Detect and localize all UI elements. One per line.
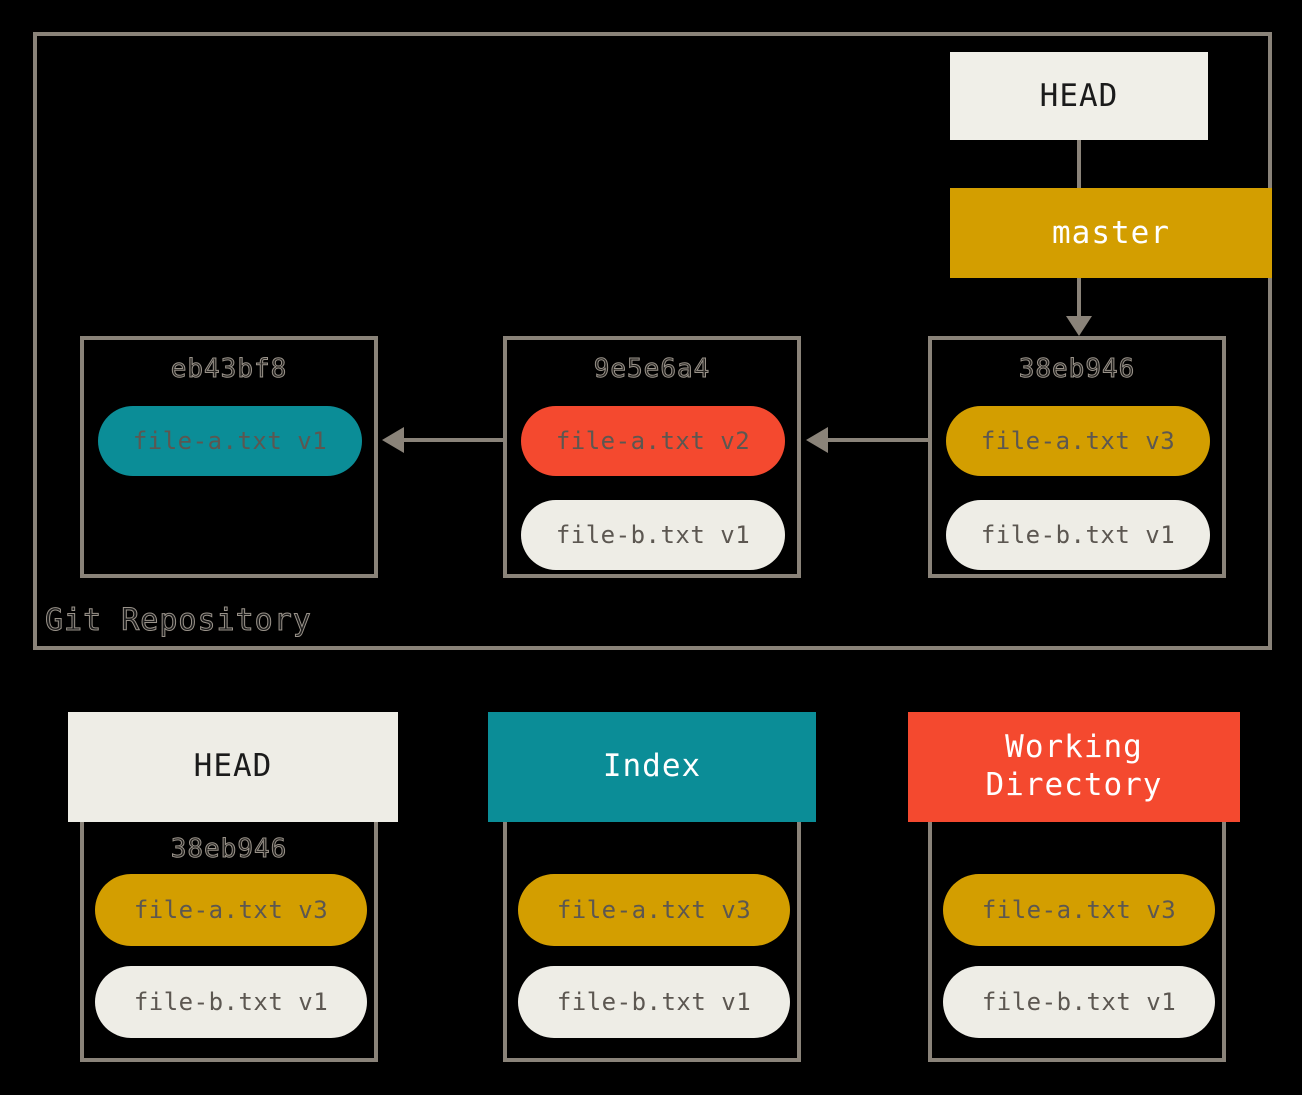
commit-file-label: file-b.txt v1 — [980, 521, 1176, 549]
commit-parent-line — [404, 438, 503, 442]
head-pointer-label: HEAD — [1039, 78, 1119, 114]
panel-body-working-directory: file-a.txt v3 file-b.txt v1 — [928, 822, 1226, 1062]
panel-header-working-directory: Working Directory — [908, 712, 1240, 822]
commit-hash: 38eb946 — [1018, 354, 1136, 385]
commit-file-label: file-a.txt v1 — [132, 427, 328, 455]
panel-header-index: Index — [488, 712, 816, 822]
head-to-master-connector — [1077, 140, 1081, 188]
panel-file-label: file-a.txt v3 — [133, 896, 329, 924]
master-branch-label: master — [1052, 215, 1170, 251]
commit-parent-arrowhead — [806, 427, 828, 453]
commit-parent-arrowhead — [382, 427, 404, 453]
panel-body-index: file-a.txt v3 file-b.txt v1 — [503, 822, 801, 1062]
panel-title-line1: Working — [1005, 729, 1143, 766]
commit-parent-line — [828, 438, 928, 442]
commit-file-blob: file-b.txt v1 — [946, 500, 1210, 570]
panel-file-label: file-b.txt v1 — [981, 988, 1177, 1016]
commit-box-eb43bf8: eb43bf8 file-a.txt v1 — [80, 336, 378, 578]
commit-file-blob: file-a.txt v2 — [521, 406, 785, 476]
commit-file-label: file-b.txt v1 — [555, 521, 751, 549]
panel-file-blob: file-a.txt v3 — [943, 874, 1215, 946]
commit-file-blob: file-a.txt v3 — [946, 406, 1210, 476]
head-pointer-box: HEAD — [950, 52, 1208, 140]
panel-header-head: HEAD — [68, 712, 398, 822]
panel-file-label: file-b.txt v1 — [133, 988, 329, 1016]
master-to-commit-connector — [1077, 278, 1081, 318]
panel-commit-hash: 38eb946 — [170, 834, 288, 865]
panel-file-label: file-a.txt v3 — [981, 896, 1177, 924]
commit-file-label: file-a.txt v3 — [980, 427, 1176, 455]
panel-file-blob: file-b.txt v1 — [95, 966, 367, 1038]
diagram-canvas: Git Repository HEAD master eb43bf8 file-… — [0, 0, 1302, 1095]
panel-file-blob: file-b.txt v1 — [518, 966, 790, 1038]
commit-hash: eb43bf8 — [170, 354, 288, 385]
commit-file-label: file-a.txt v2 — [555, 427, 751, 455]
git-repository-label: Git Repository — [45, 603, 312, 639]
commit-hash: 9e5e6a4 — [593, 354, 711, 385]
commit-file-blob: file-a.txt v1 — [98, 406, 362, 476]
panel-file-blob: file-a.txt v3 — [518, 874, 790, 946]
panel-file-label: file-b.txt v1 — [556, 988, 752, 1016]
panel-commit-hash — [507, 834, 797, 866]
panel-commit-hash — [932, 834, 1222, 866]
panel-title: HEAD — [193, 748, 273, 785]
panel-file-blob: file-a.txt v3 — [95, 874, 367, 946]
commit-file-blob: file-b.txt v1 — [521, 500, 785, 570]
panel-title-line2: Directory — [985, 767, 1163, 803]
panel-file-label: file-a.txt v3 — [556, 896, 752, 924]
panel-body-head: 38eb946 file-a.txt v3 file-b.txt v1 — [80, 822, 378, 1062]
master-to-commit-arrowhead — [1066, 316, 1092, 336]
panel-title: Index — [602, 748, 702, 785]
panel-file-blob: file-b.txt v1 — [943, 966, 1215, 1038]
commit-box-9e5e6a4: 9e5e6a4 file-a.txt v2 file-b.txt v1 — [503, 336, 801, 578]
master-branch-box: master — [950, 188, 1272, 278]
commit-box-38eb946: 38eb946 file-a.txt v3 file-b.txt v1 — [928, 336, 1226, 578]
